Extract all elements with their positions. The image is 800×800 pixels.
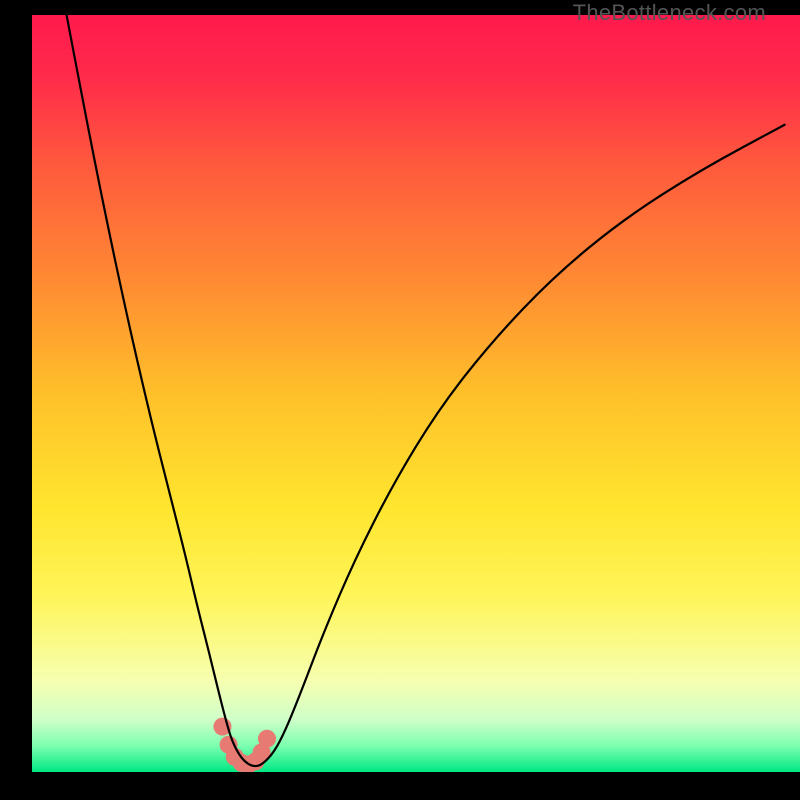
min-marker bbox=[258, 730, 276, 748]
plot-area bbox=[32, 15, 800, 772]
gradient-background bbox=[32, 15, 800, 772]
watermark-text: TheBottleneck.com bbox=[573, 0, 766, 26]
chart-frame: TheBottleneck.com bbox=[0, 0, 800, 800]
bottleneck-chart bbox=[32, 15, 800, 772]
